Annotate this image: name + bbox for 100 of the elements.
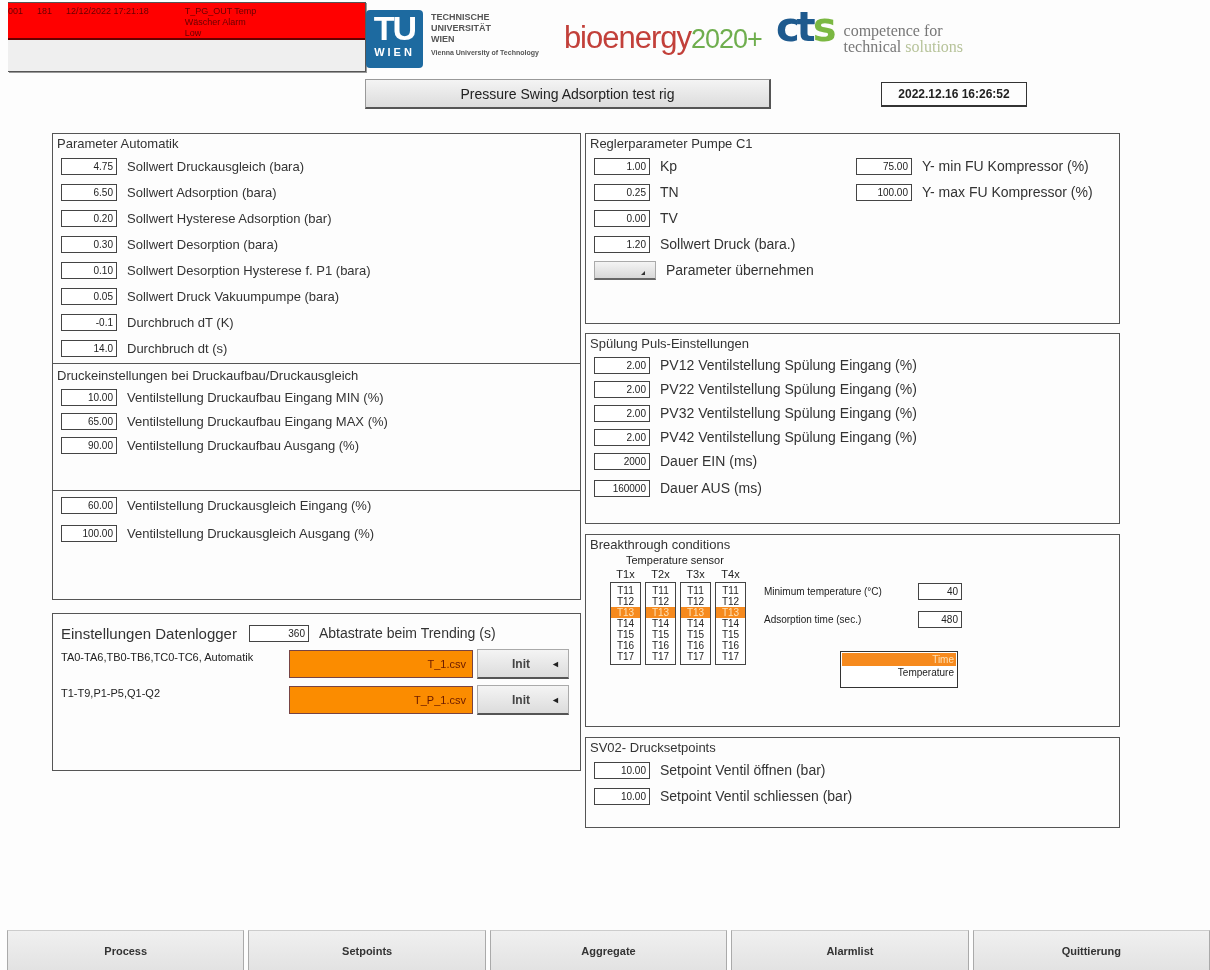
value-field[interactable]: 0.30 <box>61 235 117 253</box>
list-item[interactable]: T11 <box>716 585 745 596</box>
field-label: Ventilstellung Druckaufbau Eingang MAX (%) <box>127 413 388 429</box>
list-item[interactable]: T15 <box>681 629 710 640</box>
value-field[interactable]: 90.00 <box>61 436 117 454</box>
field-label: TN <box>660 184 679 200</box>
field-label: T1-T9,P1-P5,Q1-Q2 <box>61 686 162 699</box>
value-field[interactable]: 6.50 <box>61 183 117 201</box>
panel-title: Einstellungen Datenlogger <box>61 624 237 642</box>
value-field[interactable]: 60.00 <box>61 496 117 514</box>
column-header: T4x <box>721 567 740 582</box>
field-label: TV <box>660 210 678 226</box>
value-field[interactable]: 2000 <box>594 452 650 470</box>
value-field[interactable]: 1.00 <box>594 157 650 175</box>
value-field[interactable]: 4.75 <box>61 157 117 175</box>
list-item[interactable]: T14 <box>681 618 710 629</box>
value-field[interactable]: 10.00 <box>594 761 650 779</box>
field-label: Setpoint Ventil schliessen (bar) <box>660 788 853 804</box>
bioenergy-logo: bioenergy2020+ <box>563 20 762 56</box>
group-label: Temperature sensor <box>626 554 725 566</box>
list-item[interactable]: T14 <box>716 618 745 629</box>
cts-logo-mark: cts <box>775 4 834 50</box>
list-item[interactable]: T16 <box>716 640 745 651</box>
field-label: Ventilstellung Druckaufbau Eingang MIN (%) <box>127 389 384 405</box>
file-field[interactable]: T_1.csv <box>289 650 473 678</box>
list-item[interactable]: T12 <box>681 596 710 607</box>
field-label: Sollwert Hysterese Adsorption (bar) <box>127 210 332 226</box>
value-field[interactable]: 0.05 <box>61 287 117 305</box>
field-label: Dauer EIN (ms) <box>660 453 758 469</box>
field-label: Y- min FU Kompressor (%) <box>922 158 1089 174</box>
panel-title: SV02- Drucksetpoints <box>589 739 717 757</box>
value-field[interactable]: 0.25 <box>594 183 650 201</box>
value-field[interactable]: 2.00 <box>594 356 650 374</box>
list-item[interactable]: T16 <box>646 640 675 651</box>
list-item[interactable]: T15 <box>716 629 745 640</box>
file-field[interactable]: T_P_1.csv <box>289 686 473 714</box>
list-item[interactable]: T17 <box>681 651 710 662</box>
list-item[interactable]: T17 <box>716 651 745 662</box>
nav-button[interactable]: Process <box>7 930 245 970</box>
logo-text: TECHNISCHE <box>431 12 491 23</box>
field-label: Sollwert Druck Vakuumpumpe (bara) <box>127 288 340 304</box>
list-item[interactable]: T16 <box>611 640 640 651</box>
list-item[interactable]: T16 <box>681 640 710 651</box>
field-label: Y- max FU Kompressor (%) <box>922 184 1093 200</box>
value-field[interactable]: 480 <box>918 610 962 628</box>
nav-button[interactable]: Quittierung <box>972 930 1210 970</box>
init-button[interactable]: Init ◄ <box>477 649 569 679</box>
value-field[interactable]: 0.10 <box>61 261 117 279</box>
field-label: Durchbruch dt (s) <box>127 340 228 356</box>
list-item[interactable]: Temperature <box>842 666 956 679</box>
value-field[interactable]: 14.0 <box>61 339 117 357</box>
list-item[interactable]: T17 <box>611 651 640 662</box>
list-item[interactable]: T14 <box>611 618 640 629</box>
list-item[interactable]: T12 <box>716 596 745 607</box>
logo-text: technical solutions <box>843 39 964 55</box>
field-label: Sollwert Adsorption (bara) <box>127 184 277 200</box>
value-field[interactable]: 40 <box>918 582 962 600</box>
value-field[interactable]: 100.00 <box>61 524 117 542</box>
init-button[interactable]: Init ◄ <box>477 685 569 715</box>
value-field[interactable]: 10.00 <box>594 787 650 805</box>
list-item[interactable]: T14 <box>646 618 675 629</box>
field-label: Durchbruch dT (K) <box>127 314 234 330</box>
value-field[interactable]: 360 <box>248 624 309 642</box>
value-field[interactable]: 1.20 <box>594 235 650 253</box>
column-header: T1x <box>616 567 635 582</box>
title-button[interactable]: Pressure Swing Adsorption test rig <box>365 79 771 109</box>
field-label: TA0-TA6,TB0-TB6,TC0-TC6, Automatik <box>61 650 255 663</box>
value-field[interactable]: -0.1 <box>61 313 117 331</box>
value-field[interactable]: 65.00 <box>61 412 117 430</box>
list-item[interactable]: T11 <box>646 585 675 596</box>
panel-title: Breakthrough conditions <box>589 536 732 554</box>
list-item[interactable]: T12 <box>646 596 675 607</box>
list-item[interactable]: T15 <box>646 629 675 640</box>
list-item[interactable]: T15 <box>611 629 640 640</box>
nav-button[interactable]: Aggregate <box>489 930 728 970</box>
value-field[interactable]: 0.20 <box>61 209 117 227</box>
field-label: Ventilstellung Druckausgleich Eingang (%) <box>127 497 372 513</box>
value-field[interactable]: 75.00 <box>856 157 912 175</box>
field-label: Ventilstellung Druckausgleich Ausgang (%) <box>127 525 375 541</box>
datetime-display: 2022.12.16 16:26:52 <box>881 81 1027 107</box>
value-field[interactable]: 2.00 <box>594 428 650 446</box>
list-item[interactable]: T11 <box>611 585 640 596</box>
apply-button[interactable] <box>594 260 656 280</box>
value-field[interactable]: 10.00 <box>61 388 117 406</box>
field-label: PV42 Ventilstellung Spülung Eingang (%) <box>660 429 917 445</box>
field-label: Dauer AUS (ms) <box>660 480 762 496</box>
nav-button[interactable]: Alarmlist <box>731 930 969 970</box>
value-field[interactable]: 0.00 <box>594 209 650 227</box>
value-field[interactable]: 100.00 <box>856 183 912 201</box>
value-field[interactable]: 160000 <box>594 479 650 497</box>
list-item[interactable]: T12 <box>611 596 640 607</box>
tu-logo-mark: TU WIEN <box>366 10 423 68</box>
alarm-message: T_PG_OUT Temp Wäscher Alarm Low <box>184 6 258 38</box>
field-label: Kp <box>660 158 678 174</box>
nav-button[interactable]: Setpoints <box>248 930 486 970</box>
list-item[interactable]: T17 <box>646 651 675 662</box>
value-field[interactable]: 2.00 <box>594 404 650 422</box>
field-label: Ventilstellung Druckaufbau Ausgang (%) <box>127 437 359 453</box>
value-field[interactable]: 2.00 <box>594 380 650 398</box>
list-item[interactable]: T11 <box>681 585 710 596</box>
